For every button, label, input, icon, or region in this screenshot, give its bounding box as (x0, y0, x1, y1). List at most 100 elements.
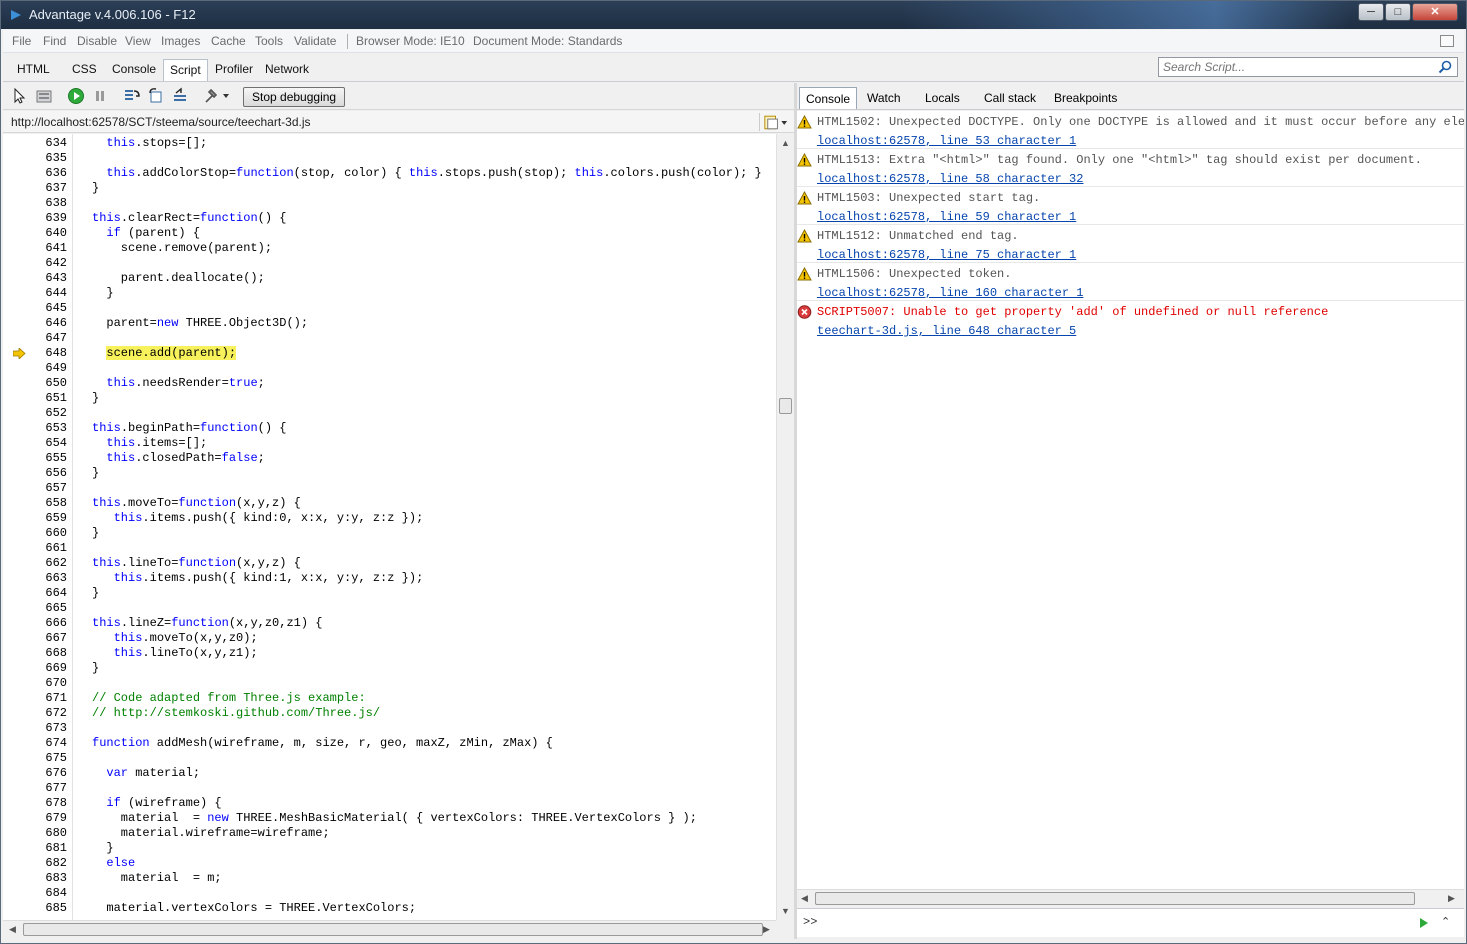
line-number[interactable]: 635 (23, 151, 67, 166)
line-number[interactable]: 667 (23, 631, 67, 646)
line-number[interactable]: 663 (23, 571, 67, 586)
console-input[interactable] (823, 914, 1413, 932)
tab-console[interactable]: Console (106, 59, 162, 81)
line-number[interactable]: 640 (23, 226, 67, 241)
menu-images[interactable]: Images (161, 34, 200, 48)
tab-call-stack[interactable]: Call stack (978, 87, 1042, 109)
message-source-link[interactable]: teechart-3d.js, line 648 character 5 (817, 324, 1076, 338)
tab-script[interactable]: Script (163, 59, 208, 81)
line-number[interactable]: 668 (23, 646, 67, 661)
title-bar[interactable]: Advantage v.4.006.106 - F12 ─ □ ✕ (1, 1, 1466, 29)
line-number[interactable]: 650 (23, 376, 67, 391)
expand-multiline-icon[interactable]: ⌃ (1441, 915, 1450, 928)
select-element-icon[interactable] (11, 87, 29, 105)
line-number[interactable]: 637 (23, 181, 67, 196)
tab-right-console[interactable]: Console (799, 87, 858, 109)
line-number[interactable]: 642 (23, 256, 67, 271)
search-icon[interactable] (1438, 60, 1452, 74)
message-source-link[interactable]: localhost:62578, line 75 character 1 (817, 248, 1076, 262)
continue-icon[interactable] (67, 87, 85, 105)
scroll-up-arrow-icon[interactable]: ▲ (781, 138, 790, 148)
line-number[interactable]: 669 (23, 661, 67, 676)
editor-horizontal-scrollbar[interactable]: ◀ ▶ (3, 920, 776, 937)
line-number[interactable]: 664 (23, 586, 67, 601)
editor-vertical-scrollbar[interactable]: ▲ ▼ (776, 134, 793, 920)
line-number[interactable]: 676 (23, 766, 67, 781)
line-number[interactable]: 660 (23, 526, 67, 541)
step-out-icon[interactable] (171, 87, 189, 105)
line-number[interactable]: 685 (23, 901, 67, 916)
line-number[interactable]: 651 (23, 391, 67, 406)
scroll-left-arrow-icon[interactable]: ◀ (801, 893, 808, 904)
tab-breakpoints[interactable]: Breakpoints (1048, 87, 1123, 109)
scroll-left-arrow-icon[interactable]: ◀ (9, 924, 16, 935)
message-source-link[interactable]: localhost:62578, line 160 character 1 (817, 286, 1083, 300)
line-number[interactable]: 666 (23, 616, 67, 631)
close-button[interactable]: ✕ (1412, 3, 1458, 21)
search-input[interactable] (1159, 58, 1429, 76)
menu-view[interactable]: View (125, 34, 151, 48)
menu-cache[interactable]: Cache (211, 34, 246, 48)
line-number[interactable]: 678 (23, 796, 67, 811)
line-number[interactable]: 652 (23, 406, 67, 421)
line-number[interactable]: 656 (23, 466, 67, 481)
line-number[interactable]: 636 (23, 166, 67, 181)
line-number[interactable]: 641 (23, 241, 67, 256)
collapse-toolbar-icon[interactable] (1440, 35, 1454, 47)
tab-css[interactable]: CSS (66, 59, 103, 81)
line-number[interactable]: 671 (23, 691, 67, 706)
clear-browser-cache-icon[interactable] (35, 87, 53, 105)
scroll-thumb[interactable] (815, 892, 1415, 905)
scroll-thumb[interactable] (23, 923, 763, 936)
line-number[interactable]: 679 (23, 811, 67, 826)
line-number[interactable]: 639 (23, 211, 67, 226)
debugger-tools-icon[interactable] (203, 87, 231, 105)
line-number[interactable]: 653 (23, 421, 67, 436)
line-number[interactable]: 674 (23, 736, 67, 751)
step-into-icon[interactable] (123, 87, 141, 105)
line-number[interactable]: 680 (23, 826, 67, 841)
tab-html[interactable]: HTML (11, 59, 56, 81)
tab-network[interactable]: Network (259, 59, 315, 81)
line-number[interactable]: 648 (23, 346, 67, 361)
browser-mode-menu[interactable]: Browser Mode: IE10 (356, 34, 465, 48)
step-over-icon[interactable] (147, 87, 165, 105)
document-mode-menu[interactable]: Document Mode: Standards (473, 34, 622, 48)
message-source-link[interactable]: localhost:62578, line 53 character 1 (817, 134, 1076, 148)
line-number[interactable]: 675 (23, 751, 67, 766)
scroll-thumb[interactable] (779, 398, 792, 414)
minimize-button[interactable]: ─ (1358, 3, 1384, 21)
run-script-icon[interactable] (1419, 917, 1429, 929)
line-number[interactable]: 646 (23, 316, 67, 331)
line-number[interactable]: 684 (23, 886, 67, 901)
menu-validate[interactable]: Validate (294, 34, 336, 48)
tab-locals[interactable]: Locals (919, 87, 966, 109)
line-number[interactable]: 665 (23, 601, 67, 616)
search-script-box[interactable] (1158, 57, 1458, 77)
message-source-link[interactable]: localhost:62578, line 58 character 32 (817, 172, 1083, 186)
line-number[interactable]: 643 (23, 271, 67, 286)
line-number[interactable]: 661 (23, 541, 67, 556)
menu-disable[interactable]: Disable (77, 34, 117, 48)
line-number[interactable]: 659 (23, 511, 67, 526)
line-number[interactable]: 662 (23, 556, 67, 571)
line-number[interactable]: 649 (23, 361, 67, 376)
line-number[interactable]: 654 (23, 436, 67, 451)
break-all-icon[interactable] (91, 87, 109, 105)
console-horizontal-scrollbar[interactable]: ◀ ▶ (797, 889, 1464, 906)
menu-file[interactable]: File (12, 34, 31, 48)
line-number[interactable]: 683 (23, 871, 67, 886)
line-number[interactable]: 645 (23, 301, 67, 316)
script-picker-icon[interactable] (759, 113, 791, 131)
line-number[interactable]: 634 (23, 136, 67, 151)
line-number[interactable]: 672 (23, 706, 67, 721)
menu-tools[interactable]: Tools (255, 34, 283, 48)
scroll-right-arrow-icon[interactable]: ▶ (1448, 893, 1455, 904)
stop-debugging-button[interactable]: Stop debugging (243, 87, 346, 107)
message-source-link[interactable]: localhost:62578, line 59 character 1 (817, 210, 1076, 224)
line-number[interactable]: 658 (23, 496, 67, 511)
line-number[interactable]: 638 (23, 196, 67, 211)
maximize-button[interactable]: □ (1385, 3, 1411, 21)
tab-watch[interactable]: Watch (861, 87, 907, 109)
line-number[interactable]: 647 (23, 331, 67, 346)
